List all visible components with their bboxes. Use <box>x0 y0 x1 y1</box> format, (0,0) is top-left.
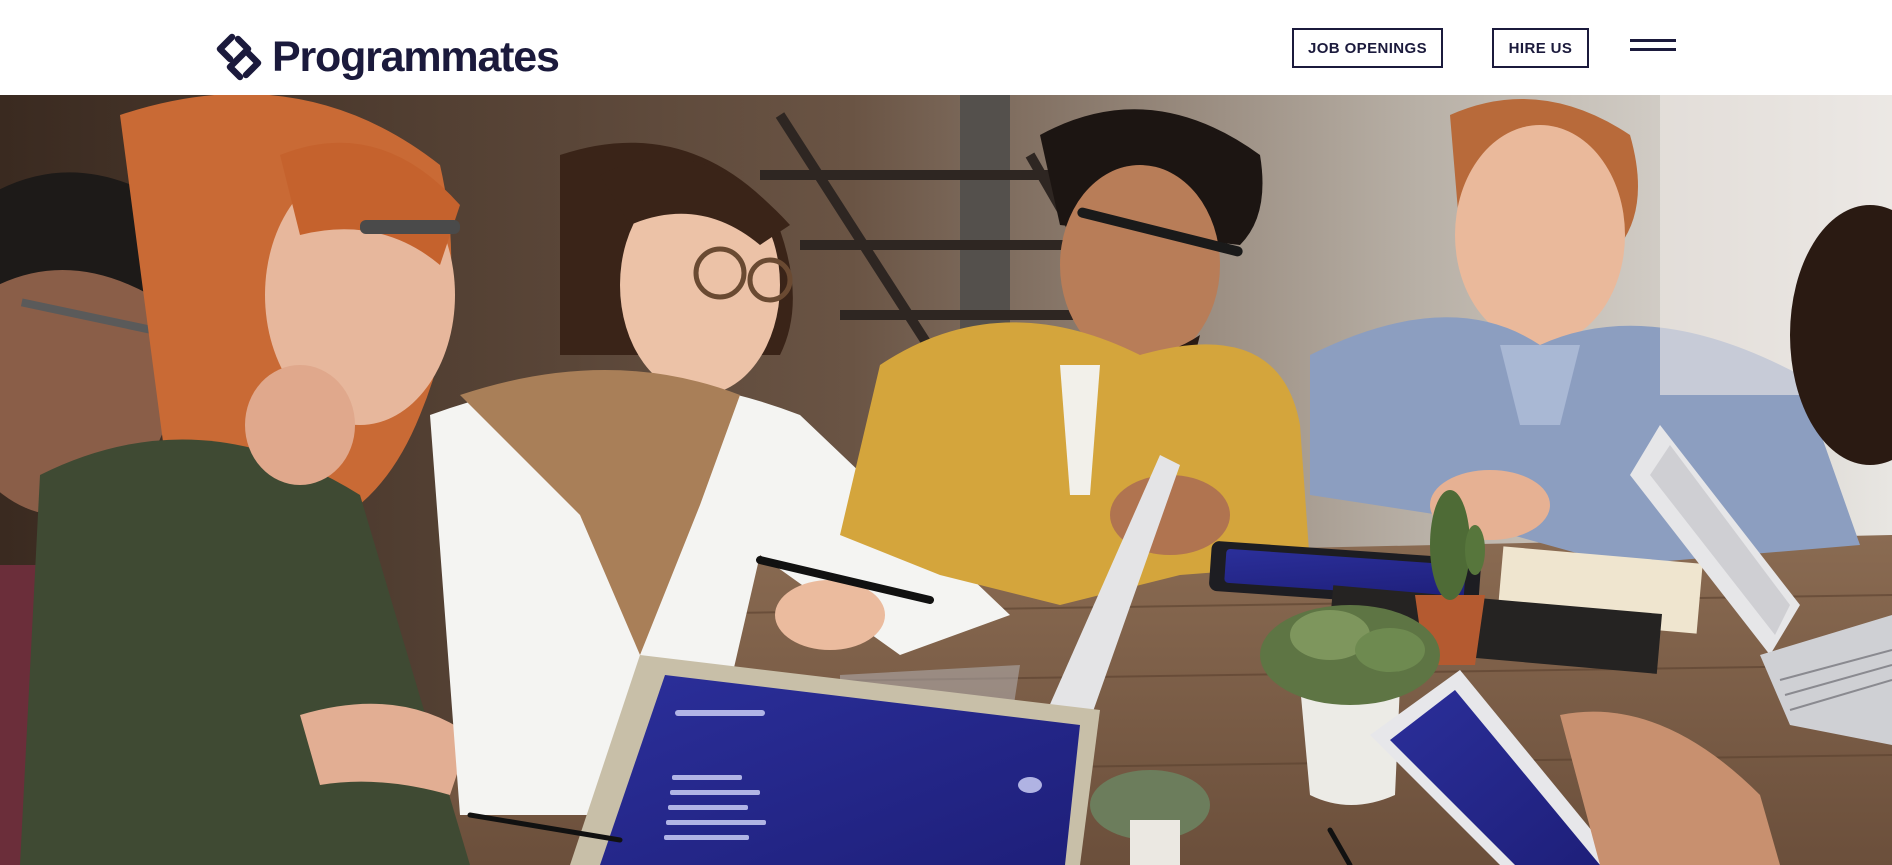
logo-text: Programmates <box>272 32 560 81</box>
site-header: Programmates JOB OPENINGS HIRE US <box>0 0 1892 95</box>
menu-line-bottom <box>1630 48 1676 51</box>
hamburger-menu-icon[interactable] <box>1630 36 1676 56</box>
job-openings-button[interactable]: JOB OPENINGS <box>1292 28 1443 68</box>
team-meeting-illustration <box>0 95 1892 865</box>
hero-image <box>0 95 1892 865</box>
logo-link[interactable]: Programmates <box>214 30 560 82</box>
page: Programmates JOB OPENINGS HIRE US <box>0 0 1892 865</box>
hire-us-button[interactable]: HIRE US <box>1492 28 1589 68</box>
logo-icon <box>216 33 262 81</box>
menu-line-top <box>1630 39 1676 42</box>
